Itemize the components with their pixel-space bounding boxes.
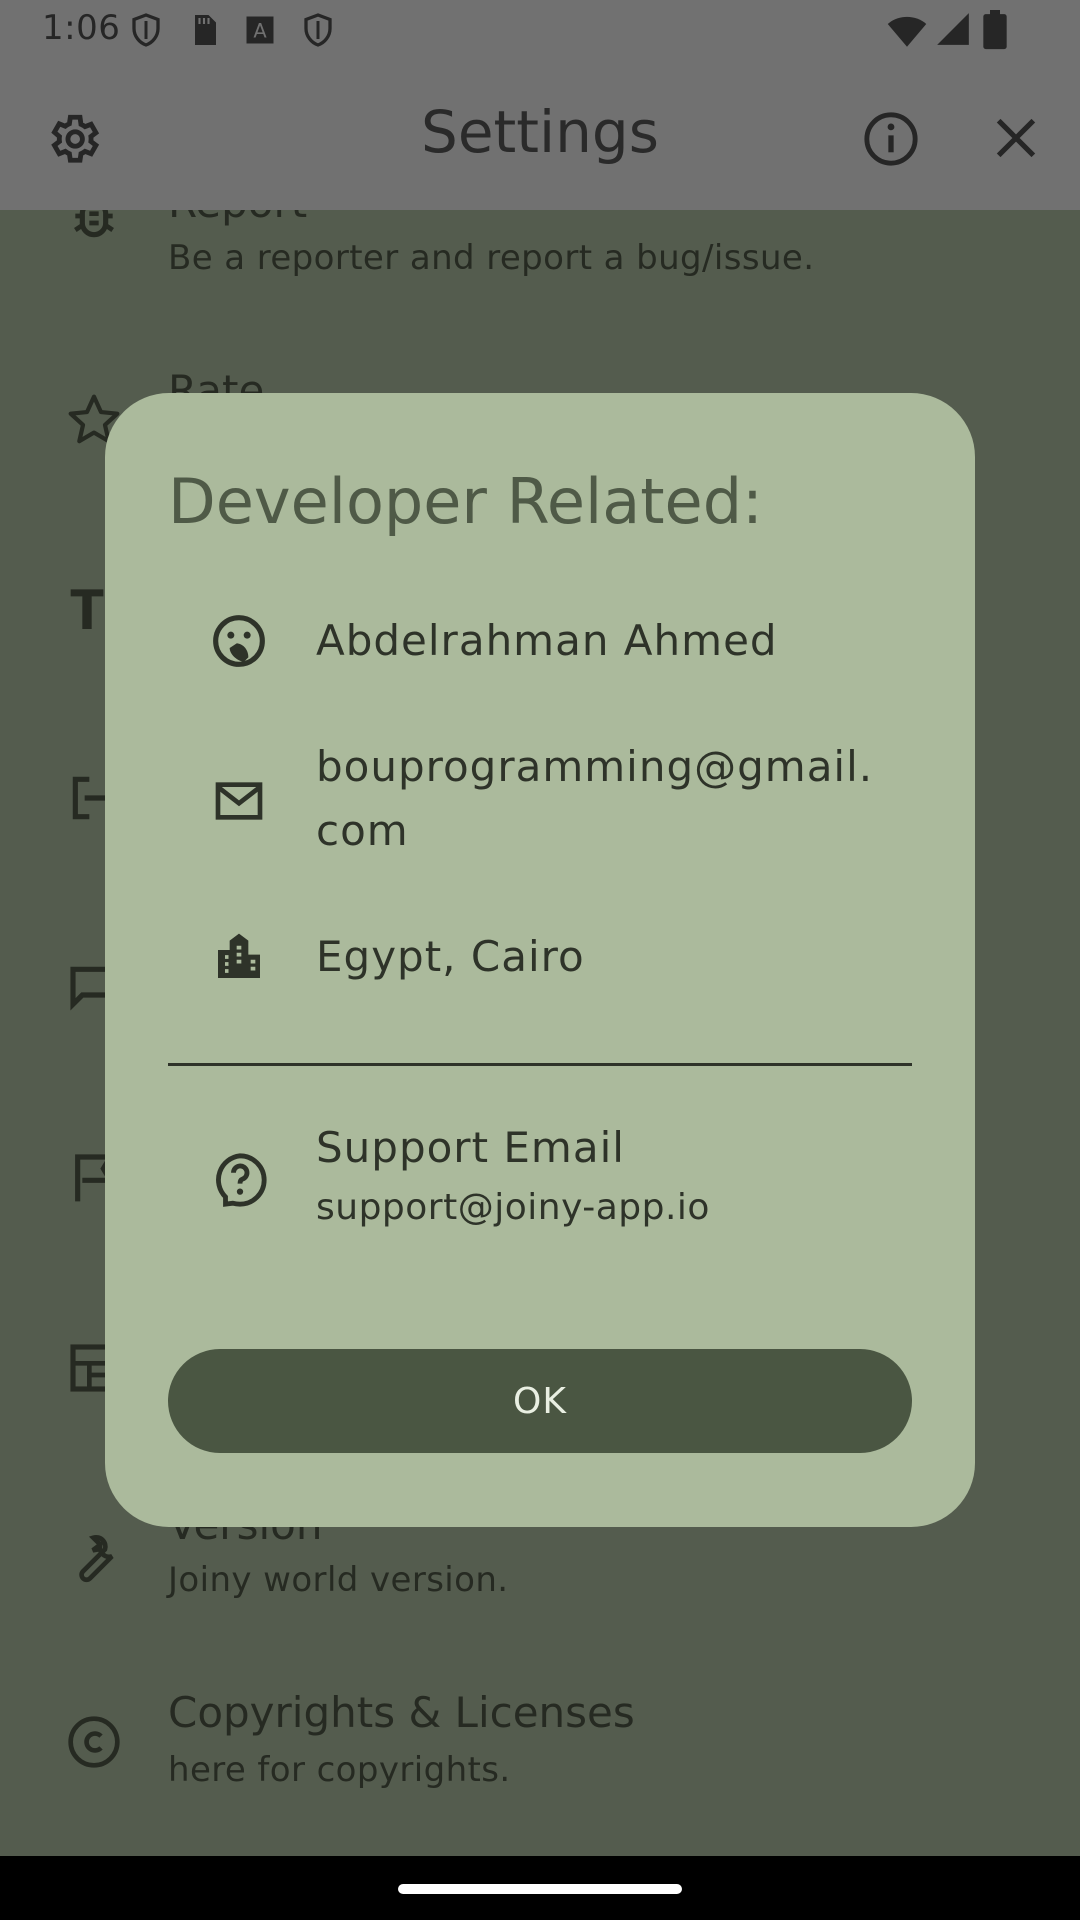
info-icon[interactable] [862, 110, 920, 168]
developer-dialog: Developer Related: Abdelrahman Ahmed bou… [105, 393, 975, 1527]
developer-location: Egypt, Cairo [316, 932, 585, 981]
support-email-title: Support Email [316, 1123, 625, 1172]
settings-item-subtitle: here for copyrights. [168, 1750, 511, 1790]
ok-button[interactable]: OK [168, 1349, 912, 1453]
app-bar: Settings [0, 60, 1080, 210]
close-icon[interactable] [990, 112, 1042, 164]
battery-icon [983, 10, 1007, 50]
sd-card-icon [195, 15, 216, 45]
mail-icon [215, 782, 263, 820]
developer-name: Abdelrahman Ahmed [316, 616, 778, 665]
home-handle[interactable] [398, 1884, 682, 1894]
navigation-bar [0, 1856, 1080, 1920]
shield-icon [132, 13, 160, 47]
shield-icon [304, 13, 332, 47]
settings-item-title: Copyrights & Licenses [168, 1688, 635, 1737]
settings-item-subtitle: Joiny world version. [168, 1560, 509, 1600]
dialog-divider [168, 1063, 912, 1066]
settings-item-subtitle: Be a reporter and report a bug/issue. [168, 238, 815, 278]
bug-icon [74, 210, 114, 238]
svg-text:A: A [253, 20, 267, 43]
support-email-value: support@joiny-app.io [316, 1187, 710, 1228]
wrench-icon [79, 1534, 114, 1583]
status-time: 1:06 [42, 8, 121, 48]
dialog-title: Developer Related: [168, 465, 763, 538]
help-icon [216, 1153, 267, 1207]
city-icon [218, 933, 260, 978]
wifi-icon [887, 16, 927, 47]
status-bar: 1:06 A [0, 0, 1080, 60]
settings-item-title: Report [168, 210, 307, 227]
signal-icon [937, 13, 969, 45]
font-a-icon: A [246, 16, 274, 44]
face-icon [213, 615, 265, 667]
copyright-icon [68, 1716, 120, 1768]
developer-email: bouprogramming@gmail.com [316, 742, 874, 855]
